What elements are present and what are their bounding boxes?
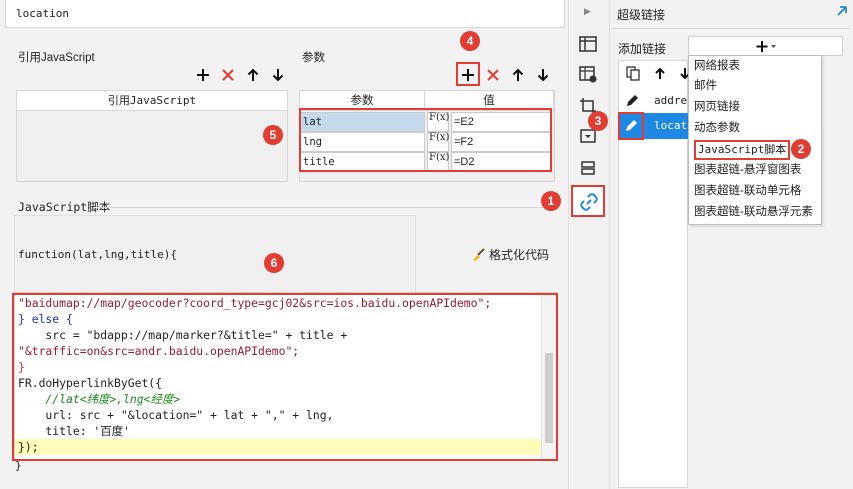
- step-badge-3: 3: [588, 111, 608, 131]
- menu-item-chart-cell[interactable]: 图表超链-联动单元格: [694, 182, 801, 200]
- menu-item-email[interactable]: 邮件: [694, 77, 717, 95]
- menu-item-dynamic-param[interactable]: 动态参数: [694, 119, 740, 137]
- menu-item-web-link[interactable]: 网页链接: [694, 98, 740, 116]
- copy-icon[interactable]: [626, 66, 641, 84]
- condition-attr-icon[interactable]: [578, 158, 598, 178]
- broom-icon: [473, 247, 485, 261]
- collapse-arrow-icon[interactable]: ▶: [584, 6, 591, 17]
- expand-arrow-icon[interactable]: [836, 5, 848, 20]
- move-up-link-icon[interactable]: [654, 67, 666, 83]
- pencil-icon: [627, 95, 638, 106]
- cell-attr-icon[interactable]: [578, 34, 598, 54]
- highlight-params: [299, 108, 552, 172]
- menu-item-report[interactable]: 网络报表: [694, 57, 740, 75]
- step-badge-4: 4: [460, 31, 480, 51]
- js-reference-table[interactable]: 引用JavaScript: [16, 90, 288, 182]
- remove-param-button[interactable]: [485, 67, 501, 83]
- step-badge-2: 2: [791, 139, 811, 159]
- format-code-button[interactable]: 格式化代码: [472, 246, 549, 263]
- add-link-label: 添加链接: [618, 42, 667, 56]
- step-badge-5: 5: [263, 125, 283, 145]
- link-list-item[interactable]: addres: [619, 90, 694, 112]
- move-down-param-button[interactable]: [535, 67, 551, 83]
- highlight-add-param: [456, 62, 480, 86]
- js-table-header: 引用JavaScript: [17, 91, 287, 111]
- highlight-code: [12, 293, 558, 461]
- params-label: 参数: [302, 52, 325, 64]
- function-signature: function(lat,lng,title){: [18, 248, 177, 261]
- hyperlink-tab-button[interactable]: [571, 185, 605, 217]
- move-up-param-button[interactable]: [510, 67, 526, 83]
- section-divider: [95, 207, 557, 208]
- remove-js-button[interactable]: [220, 67, 236, 83]
- format-code-label: 格式化代码: [489, 248, 550, 262]
- link-name-field[interactable]: location: [5, 0, 565, 28]
- pencil-icon: [626, 120, 637, 131]
- step-badge-1: 1: [541, 191, 561, 211]
- cell-element-icon[interactable]: [578, 64, 598, 84]
- add-js-button[interactable]: [195, 67, 211, 83]
- function-header-box: function(lat,lng,title){: [14, 215, 416, 293]
- add-link-dropdown-button[interactable]: [688, 36, 843, 56]
- step-badge-6: 6: [264, 253, 284, 273]
- menu-item-javascript[interactable]: JavaScript脚本: [694, 140, 791, 160]
- move-down-js-button[interactable]: [270, 67, 286, 83]
- menu-item-chart-float-element[interactable]: 图表超链-联动悬浮元素: [694, 203, 813, 221]
- selected-link-edit-button[interactable]: [618, 112, 644, 140]
- header-divider: [612, 28, 850, 29]
- link-name-value: location: [16, 7, 69, 20]
- move-up-js-button[interactable]: [245, 67, 261, 83]
- menu-item-chart-float[interactable]: 图表超链-悬浮窗图表: [694, 161, 801, 179]
- link-icon: [580, 193, 598, 211]
- hyperlink-panel-title: 超级链接: [617, 8, 666, 22]
- add-dropdown-icon: [756, 41, 776, 52]
- js-reference-label: 引用JavaScript: [18, 52, 95, 64]
